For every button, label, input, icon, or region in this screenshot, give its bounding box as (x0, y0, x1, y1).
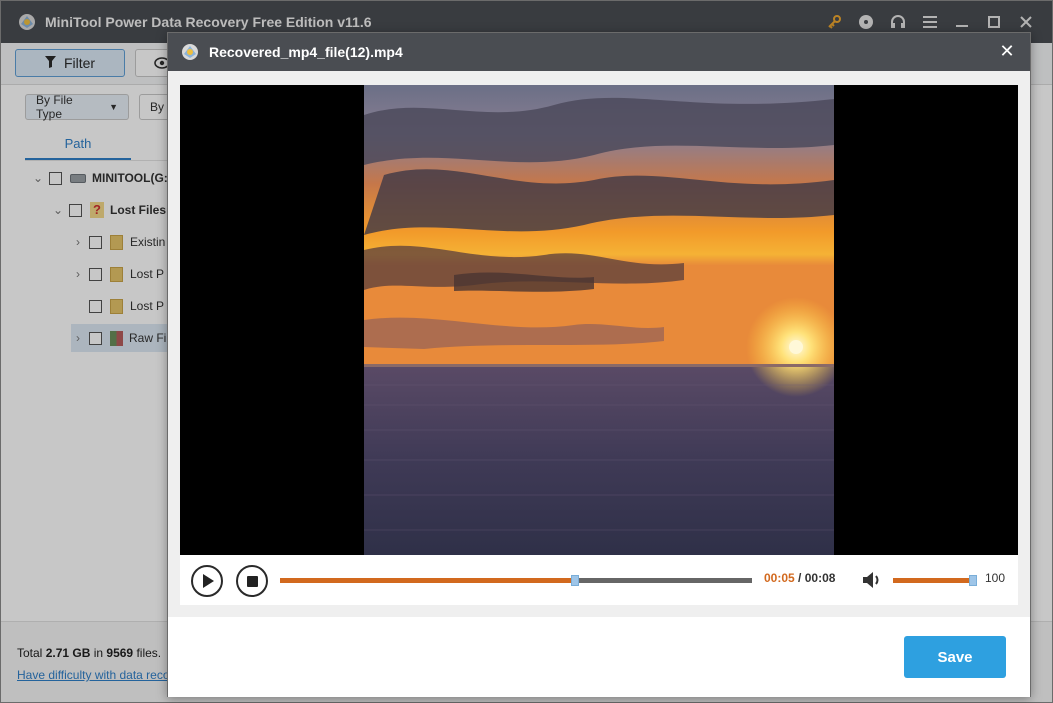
play-icon (203, 574, 214, 588)
video-frame (364, 85, 834, 555)
volume-slider[interactable] (893, 575, 977, 586)
video-player: 00:05 / 00:08 100 (168, 71, 1030, 617)
volume-icon[interactable] (861, 569, 883, 591)
video-area[interactable] (180, 85, 1018, 555)
play-button[interactable] (191, 565, 223, 597)
stop-icon (246, 575, 258, 587)
seek-progress (280, 578, 575, 583)
player-controls: 00:05 / 00:08 100 (180, 555, 1018, 605)
dialog-footer: Save (168, 617, 1030, 697)
dialog-title: Recovered_mp4_file(12).mp4 (209, 44, 403, 60)
stop-button[interactable] (236, 565, 268, 597)
seek-handle[interactable] (571, 575, 579, 586)
current-time: 00:05 (764, 571, 795, 585)
volume-handle[interactable] (969, 575, 977, 586)
time-display: 00:05 / 00:08 (764, 571, 836, 585)
app-logo-icon (182, 44, 198, 60)
close-icon[interactable]: ✕ (996, 40, 1018, 62)
volume-level (893, 578, 977, 583)
save-button[interactable]: Save (904, 636, 1006, 678)
preview-dialog: Recovered_mp4_file(12).mp4 ✕ 00:05 / 00:… (167, 32, 1031, 697)
seek-bar[interactable] (280, 575, 752, 586)
volume-value: 100 (985, 571, 1006, 585)
dialog-header: Recovered_mp4_file(12).mp4 ✕ (168, 33, 1030, 71)
total-time: 00:08 (804, 571, 836, 585)
